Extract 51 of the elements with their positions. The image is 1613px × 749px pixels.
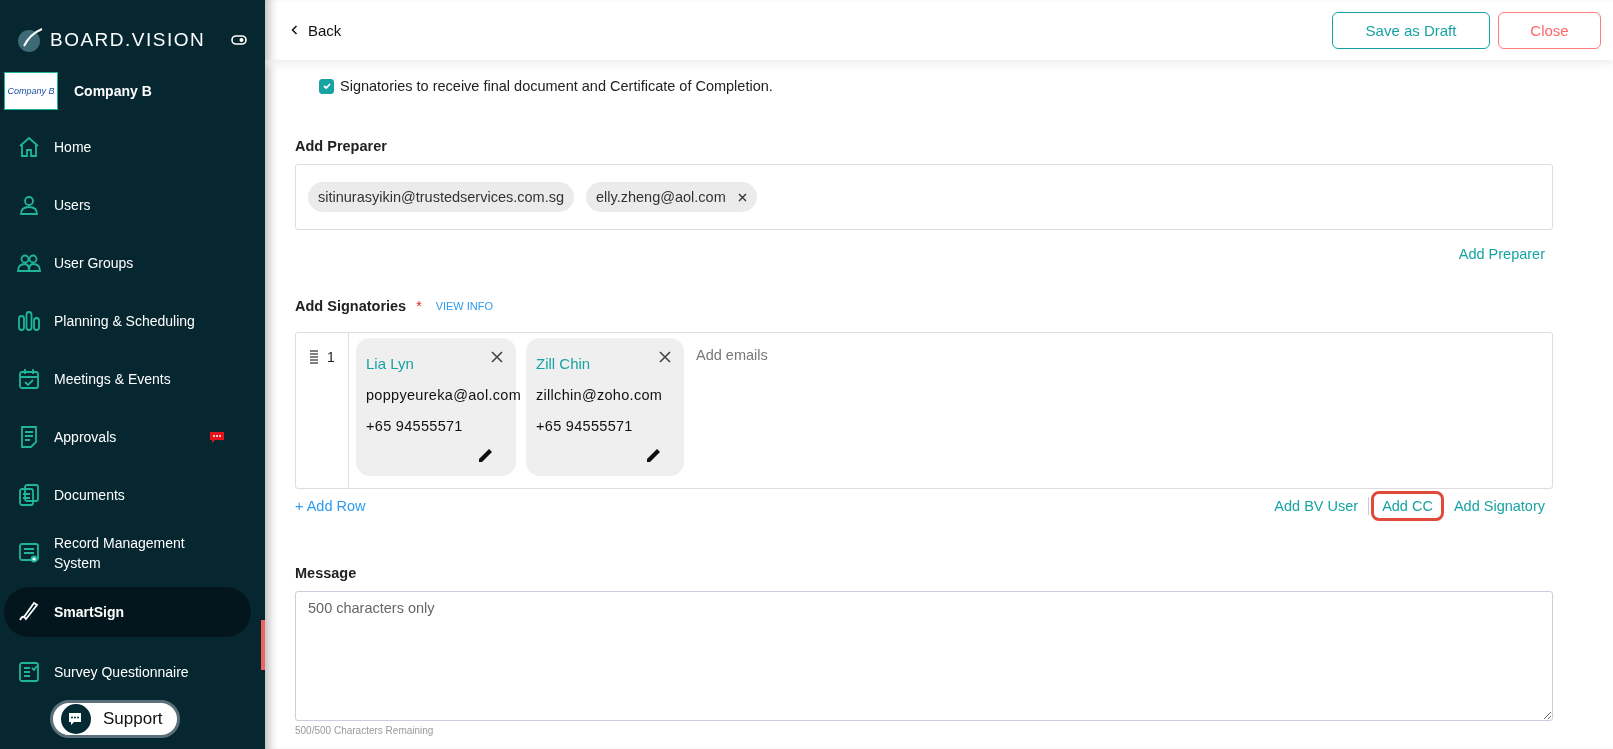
signatory-name: Zill Chin (536, 355, 591, 372)
close-icon[interactable] (659, 351, 671, 363)
support-button[interactable]: Support (50, 700, 180, 738)
signatory-phone: +65 94555571 (366, 418, 464, 434)
nav-item[interactable]: Planning & Scheduling (0, 292, 251, 350)
company-name: Company B (74, 83, 152, 99)
brand-name: BOARD.VISION (50, 29, 207, 51)
pencil-icon[interactable] (646, 447, 662, 463)
logo-icon (16, 26, 44, 54)
checkbox[interactable] (319, 78, 334, 94)
close-icon[interactable] (491, 351, 503, 363)
checkmark-icon (321, 81, 332, 91)
calendar-icon (17, 367, 41, 391)
nav-item[interactable]: Documents (0, 466, 251, 524)
nav-item[interactable]: Home (0, 118, 251, 176)
back-link[interactable]: Back (291, 21, 342, 39)
record-icon (17, 541, 41, 565)
chat-badge-icon (209, 431, 225, 443)
nav-item[interactable]: Approvals (0, 408, 251, 466)
documents-icon (17, 483, 41, 507)
bars-icon (17, 309, 41, 333)
preparer-field[interactable]: sitinurasyikin@trustedservices.com.sg elly.zheng@aol.com (295, 164, 1553, 230)
checklist-icon (17, 660, 41, 684)
section-label: Add Signatories (295, 298, 407, 314)
nav-item[interactable]: Users (0, 176, 251, 234)
nav-item[interactable]: Meetings & Events (0, 350, 251, 408)
company-logo: Company B (4, 72, 58, 110)
remove-icon[interactable] (737, 192, 747, 202)
user-icon (17, 193, 41, 217)
nav-item[interactable]: User Groups (0, 234, 251, 292)
home-icon (17, 135, 41, 159)
signatory-name: Lia Lyn (366, 355, 414, 372)
toggle-icon[interactable] (231, 35, 247, 45)
signatory-email: zillchin@zoho.com (536, 387, 664, 403)
section-label: Add Preparer (295, 138, 388, 154)
required-mark: * (416, 298, 422, 314)
signatory-phone: +65 94555571 (536, 418, 634, 434)
checkbox-label: Signatories to receive final document and Certificate of Completion. (340, 78, 773, 94)
nav-item[interactable]: Record Management System (0, 524, 251, 582)
email-chip: sitinurasyikin@trustedservices.com.sg (308, 182, 574, 212)
chevron-left-icon (291, 25, 298, 35)
drag-handle-icon[interactable] (309, 349, 320, 365)
row-number: 1 (327, 349, 335, 367)
message-field[interactable]: 500 characters only (295, 591, 1553, 721)
pencil-icon[interactable] (478, 447, 494, 463)
chat-icon (61, 704, 91, 734)
nav-item[interactable]: SmartSign (4, 587, 251, 637)
section-label: Message (295, 565, 358, 581)
character-counter: 500/500 Characters Remaining (295, 725, 435, 736)
nav-item[interactable]: Survey Questionnaire (0, 643, 251, 701)
email-chip: elly.zheng@aol.com (586, 182, 757, 212)
